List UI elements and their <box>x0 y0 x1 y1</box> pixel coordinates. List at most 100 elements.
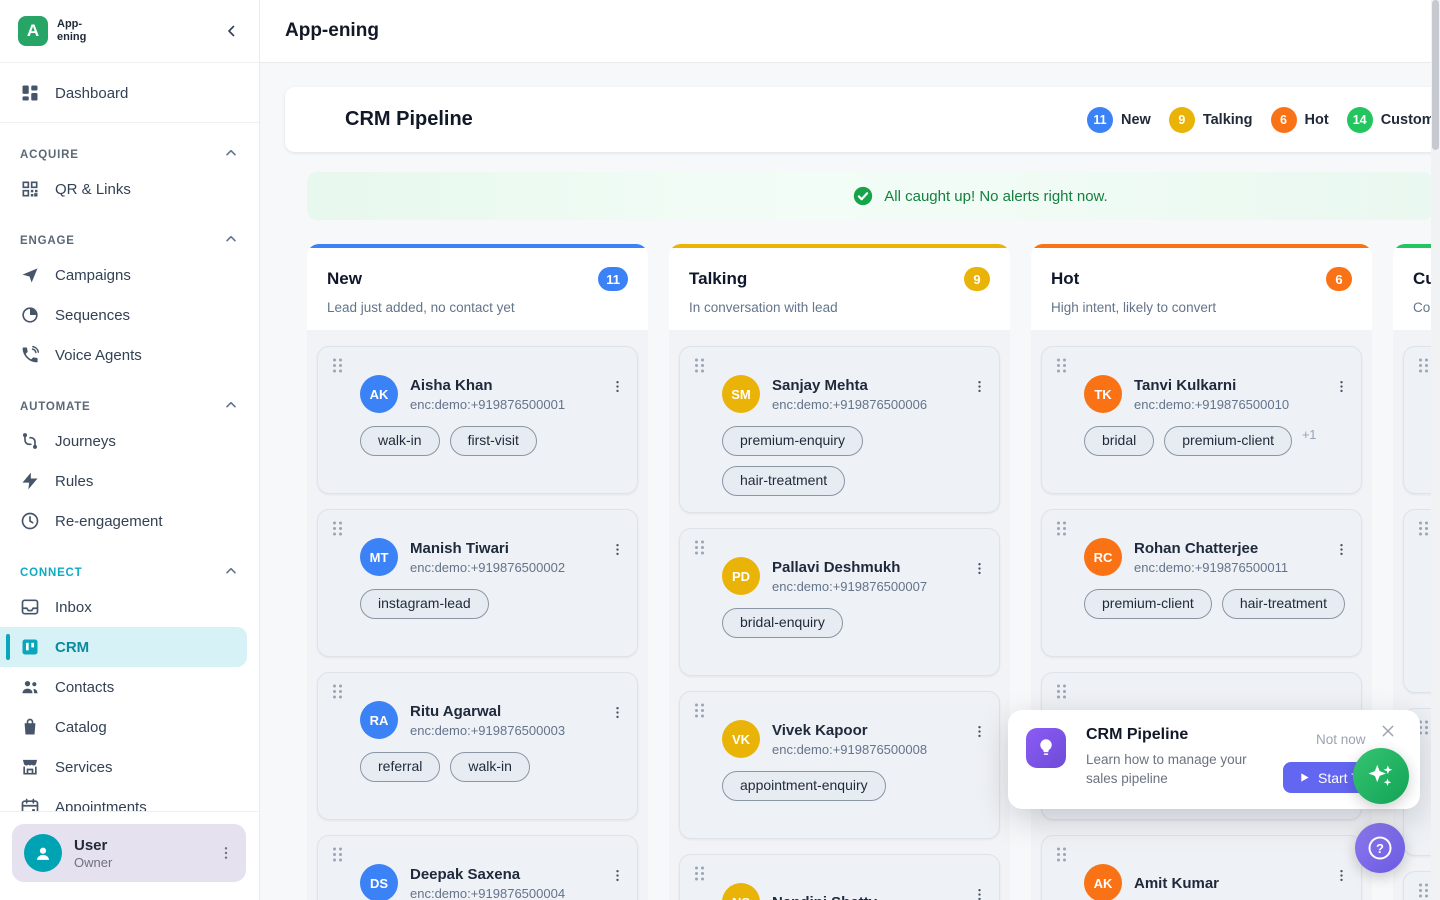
tag-chip: first-visit <box>450 426 537 456</box>
lead-card-rohan-chatterjee[interactable]: RCRohan Chatterjeeenc:demo:+919876500011… <box>1041 509 1362 657</box>
lead-name: Nandini Shetty <box>772 894 877 900</box>
column-count-badge: 11 <box>598 267 628 291</box>
lead-card-ritu-agarwal[interactable]: RARitu Agarwalenc:demo:+919876500003refe… <box>317 672 638 820</box>
drag-handle-icon[interactable] <box>331 846 344 863</box>
close-icon[interactable] <box>1380 723 1396 739</box>
sidebar-item-label: Re-engagement <box>55 513 163 530</box>
sidebar-item-contacts[interactable]: Contacts <box>0 667 259 707</box>
column-title-row: New11 <box>327 267 628 291</box>
drag-handle-icon[interactable] <box>693 865 706 882</box>
lead-card-manish-tiwari[interactable]: MTManish Tiwarienc:demo:+919876500002ins… <box>317 509 638 657</box>
sidebar-item-re-engagement[interactable]: Re-engagement <box>0 501 259 541</box>
top-bar: App-ening <box>260 0 1440 63</box>
check-circle-icon <box>852 185 874 207</box>
card-menu-button[interactable] <box>1334 868 1349 883</box>
sidebar-item-label: CRM <box>55 639 89 656</box>
stat-label: New <box>1121 112 1151 128</box>
column-title-row: Talking9 <box>689 267 990 291</box>
sidebar-collapse-icon[interactable] <box>223 22 241 40</box>
lead-card-header: PDPallavi Deshmukhenc:demo:+919876500007 <box>722 557 985 595</box>
scrollbar-thumb[interactable] <box>1432 0 1439 150</box>
lead-card-header: RARitu Agarwalenc:demo:+919876500003 <box>360 701 623 739</box>
lead-card-sanjay-mehta[interactable]: SMSanjay Mehtaenc:demo:+919876500006prem… <box>679 346 1000 513</box>
pipeline-header: CRM Pipeline 11New9Talking6Hot14Customer <box>285 87 1440 152</box>
card-menu-button[interactable] <box>610 379 625 394</box>
tag-chip: appointment-enquiry <box>722 771 886 801</box>
lead-card-deepak-saxena[interactable]: DSDeepak Saxenaenc:demo:+919876500004 <box>317 835 638 900</box>
card-menu-button[interactable] <box>972 887 987 900</box>
card-menu-button[interactable] <box>972 561 987 576</box>
drag-handle-icon[interactable] <box>693 357 706 374</box>
drag-handle-icon[interactable] <box>331 520 344 537</box>
tag-chip: walk-in <box>450 752 530 782</box>
lead-info: Amit Kumar <box>1134 875 1219 892</box>
nav-section-engage[interactable]: ENGAGE <box>0 209 259 255</box>
lead-card-vivek-kapoor[interactable]: VKVivek Kapoorenc:demo:+919876500008appo… <box>679 691 1000 839</box>
drag-handle-icon[interactable] <box>331 683 344 700</box>
sidebar-item-rules[interactable]: Rules <box>0 461 259 501</box>
card-menu-button[interactable] <box>1334 542 1349 557</box>
catalog-icon <box>20 717 40 737</box>
sidebar-item-label: Catalog <box>55 719 107 736</box>
user-menu-button[interactable] <box>218 845 234 861</box>
drag-handle-icon[interactable] <box>1055 683 1068 700</box>
sidebar-item-services[interactable]: Services <box>0 747 259 787</box>
nav-section-connect[interactable]: CONNECT <box>0 541 259 587</box>
svg-text:?: ? <box>1376 841 1384 856</box>
lead-contact: enc:demo:+919876500001 <box>410 397 565 412</box>
nav-section-acquire[interactable]: ACQUIRE <box>0 123 259 169</box>
lead-info: Nandini Shetty <box>772 894 877 900</box>
not-now-button[interactable]: Not now <box>1316 732 1366 747</box>
drag-handle-icon[interactable] <box>1055 357 1068 374</box>
drag-handle-icon[interactable] <box>1417 520 1430 537</box>
sequence-icon <box>20 305 40 325</box>
card-menu-button[interactable] <box>610 868 625 883</box>
sidebar-item-catalog[interactable]: Catalog <box>0 707 259 747</box>
lead-card-amit-kumar[interactable]: AKAmit Kumar <box>1041 835 1362 900</box>
user-name: User <box>74 837 112 854</box>
drag-handle-icon[interactable] <box>1417 882 1430 899</box>
avatar: TK <box>1084 375 1122 413</box>
lead-card-header: AKAisha Khanenc:demo:+919876500001 <box>360 375 623 413</box>
lead-card-pallavi-deshmukh[interactable]: PDPallavi Deshmukhenc:demo:+919876500007… <box>679 528 1000 676</box>
lead-card-nandini-shetty[interactable]: NSNandini Shetty <box>679 854 1000 900</box>
drag-handle-icon[interactable] <box>693 539 706 556</box>
stat-label: Hot <box>1305 112 1329 128</box>
drag-handle-icon[interactable] <box>1055 846 1068 863</box>
lead-card-header: SMSanjay Mehtaenc:demo:+919876500006 <box>722 375 985 413</box>
sidebar-item-crm[interactable]: CRM <box>0 627 247 667</box>
sidebar-item-label: Sequences <box>55 307 130 324</box>
sidebar-item-label: Services <box>55 759 113 776</box>
column-description: High intent, likely to convert <box>1051 300 1352 315</box>
chevron-up-icon <box>223 145 239 161</box>
card-menu-button[interactable] <box>1334 379 1349 394</box>
column-body: SMSanjay Mehtaenc:demo:+919876500006prem… <box>669 330 1010 900</box>
rules-icon <box>20 471 40 491</box>
lead-contact: enc:demo:+919876500008 <box>772 742 927 757</box>
user-card[interactable]: User Owner <box>12 824 246 882</box>
card-menu-button[interactable] <box>972 724 987 739</box>
sidebar-item-campaigns[interactable]: Campaigns <box>0 255 259 295</box>
sidebar-item-voice-agents[interactable]: Voice Agents <box>0 335 259 375</box>
user-avatar <box>24 834 62 872</box>
avatar: PD <box>722 557 760 595</box>
drag-handle-icon[interactable] <box>693 702 706 719</box>
lead-card-tanvi-kulkarni[interactable]: TKTanvi Kulkarnienc:demo:+919876500010br… <box>1041 346 1362 494</box>
card-menu-button[interactable] <box>610 705 625 720</box>
sidebar-item-dashboard[interactable]: Dashboard <box>0 73 259 113</box>
stat-label: Talking <box>1203 112 1253 128</box>
services-icon <box>20 757 40 777</box>
drag-handle-icon[interactable] <box>331 357 344 374</box>
card-menu-button[interactable] <box>972 379 987 394</box>
help-button[interactable]: ? <box>1355 823 1405 873</box>
sidebar-item-qr-links[interactable]: QR & Links <box>0 169 259 209</box>
sidebar-item-journeys[interactable]: Journeys <box>0 421 259 461</box>
nav-section-automate[interactable]: AUTOMATE <box>0 375 259 421</box>
drag-handle-icon[interactable] <box>1055 520 1068 537</box>
sidebar-item-inbox[interactable]: Inbox <box>0 587 259 627</box>
drag-handle-icon[interactable] <box>1417 357 1430 374</box>
lead-card-aisha-khan[interactable]: AKAisha Khanenc:demo:+919876500001walk-i… <box>317 346 638 494</box>
ai-assistant-button[interactable] <box>1353 748 1409 804</box>
sidebar-item-sequences[interactable]: Sequences <box>0 295 259 335</box>
card-menu-button[interactable] <box>610 542 625 557</box>
